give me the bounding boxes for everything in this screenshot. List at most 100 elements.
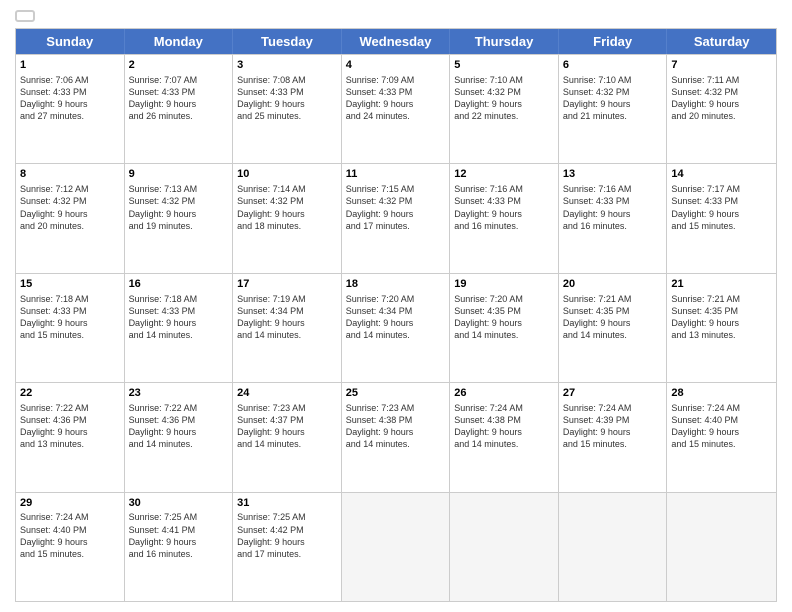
cell-line: Daylight: 9 hours xyxy=(237,98,337,110)
day-number: 16 xyxy=(129,277,229,292)
calendar-body: 1Sunrise: 7:06 AMSunset: 4:33 PMDaylight… xyxy=(16,54,776,601)
cell-line: Sunset: 4:40 PM xyxy=(671,414,772,426)
cell-line: and 26 minutes. xyxy=(129,110,229,122)
day-number: 14 xyxy=(671,167,772,182)
cell-line: Sunset: 4:41 PM xyxy=(129,524,229,536)
day-cell-3: 3Sunrise: 7:08 AMSunset: 4:33 PMDaylight… xyxy=(233,55,342,163)
day-header-wednesday: Wednesday xyxy=(342,29,451,54)
cell-line: and 21 minutes. xyxy=(563,110,663,122)
day-cell-25: 25Sunrise: 7:23 AMSunset: 4:38 PMDayligh… xyxy=(342,383,451,491)
cell-line: Sunrise: 7:19 AM xyxy=(237,293,337,305)
day-number: 1 xyxy=(20,58,120,73)
day-cell-21: 21Sunrise: 7:21 AMSunset: 4:35 PMDayligh… xyxy=(667,274,776,382)
cell-line: Sunrise: 7:12 AM xyxy=(20,183,120,195)
cell-line: Sunset: 4:34 PM xyxy=(346,305,446,317)
day-number: 6 xyxy=(563,58,663,73)
cell-line: and 18 minutes. xyxy=(237,220,337,232)
day-number: 12 xyxy=(454,167,554,182)
cell-line: Sunset: 4:37 PM xyxy=(237,414,337,426)
cell-line: and 20 minutes. xyxy=(671,110,772,122)
day-number: 5 xyxy=(454,58,554,73)
cell-line: and 20 minutes. xyxy=(20,220,120,232)
day-number: 25 xyxy=(346,386,446,401)
cell-line: and 15 minutes. xyxy=(671,438,772,450)
cell-line: Daylight: 9 hours xyxy=(563,317,663,329)
cell-line: Daylight: 9 hours xyxy=(129,98,229,110)
day-header-monday: Monday xyxy=(125,29,234,54)
cell-line: Daylight: 9 hours xyxy=(237,426,337,438)
cell-line: Sunrise: 7:16 AM xyxy=(454,183,554,195)
day-number: 29 xyxy=(20,496,120,511)
cell-line: and 16 minutes. xyxy=(454,220,554,232)
day-cell-24: 24Sunrise: 7:23 AMSunset: 4:37 PMDayligh… xyxy=(233,383,342,491)
cell-line: and 16 minutes. xyxy=(129,548,229,560)
day-cell-5: 5Sunrise: 7:10 AMSunset: 4:32 PMDaylight… xyxy=(450,55,559,163)
cell-line: Sunrise: 7:18 AM xyxy=(129,293,229,305)
cell-line: Daylight: 9 hours xyxy=(671,98,772,110)
cell-line: Sunrise: 7:24 AM xyxy=(563,402,663,414)
week-row-5: 29Sunrise: 7:24 AMSunset: 4:40 PMDayligh… xyxy=(16,492,776,601)
cell-line: Sunset: 4:32 PM xyxy=(20,195,120,207)
day-number: 20 xyxy=(563,277,663,292)
day-cell-15: 15Sunrise: 7:18 AMSunset: 4:33 PMDayligh… xyxy=(16,274,125,382)
day-header-tuesday: Tuesday xyxy=(233,29,342,54)
week-row-1: 1Sunrise: 7:06 AMSunset: 4:33 PMDaylight… xyxy=(16,54,776,163)
cell-line: Daylight: 9 hours xyxy=(129,208,229,220)
calendar-header: SundayMondayTuesdayWednesdayThursdayFrid… xyxy=(16,29,776,54)
day-cell-29: 29Sunrise: 7:24 AMSunset: 4:40 PMDayligh… xyxy=(16,493,125,601)
cell-line: Daylight: 9 hours xyxy=(237,208,337,220)
day-number: 4 xyxy=(346,58,446,73)
cell-line: Sunrise: 7:09 AM xyxy=(346,74,446,86)
cell-line: Daylight: 9 hours xyxy=(346,317,446,329)
day-cell-26: 26Sunrise: 7:24 AMSunset: 4:38 PMDayligh… xyxy=(450,383,559,491)
cell-line: Sunset: 4:33 PM xyxy=(129,86,229,98)
day-cell-19: 19Sunrise: 7:20 AMSunset: 4:35 PMDayligh… xyxy=(450,274,559,382)
cell-line: Sunrise: 7:25 AM xyxy=(237,511,337,523)
cell-line: and 16 minutes. xyxy=(563,220,663,232)
cell-line: Daylight: 9 hours xyxy=(129,317,229,329)
cell-line: Daylight: 9 hours xyxy=(237,317,337,329)
logo: GB xyxy=(15,10,35,22)
day-number: 23 xyxy=(129,386,229,401)
cell-line: and 14 minutes. xyxy=(237,438,337,450)
cell-line: and 14 minutes. xyxy=(129,329,229,341)
cell-line: Daylight: 9 hours xyxy=(346,208,446,220)
cell-line: and 14 minutes. xyxy=(454,438,554,450)
cell-line: Sunset: 4:33 PM xyxy=(563,195,663,207)
day-cell-27: 27Sunrise: 7:24 AMSunset: 4:39 PMDayligh… xyxy=(559,383,668,491)
day-cell-31: 31Sunrise: 7:25 AMSunset: 4:42 PMDayligh… xyxy=(233,493,342,601)
cell-line: Sunset: 4:32 PM xyxy=(346,195,446,207)
day-header-thursday: Thursday xyxy=(450,29,559,54)
day-number: 31 xyxy=(237,496,337,511)
day-cell-2: 2Sunrise: 7:07 AMSunset: 4:33 PMDaylight… xyxy=(125,55,234,163)
cell-line: and 15 minutes. xyxy=(20,329,120,341)
cell-line: Sunset: 4:33 PM xyxy=(237,86,337,98)
cell-line: Daylight: 9 hours xyxy=(454,426,554,438)
day-number: 10 xyxy=(237,167,337,182)
day-header-sunday: Sunday xyxy=(16,29,125,54)
cell-line: and 14 minutes. xyxy=(563,329,663,341)
day-number: 13 xyxy=(563,167,663,182)
cell-line: Sunrise: 7:22 AM xyxy=(129,402,229,414)
cell-line: Daylight: 9 hours xyxy=(563,98,663,110)
day-number: 7 xyxy=(671,58,772,73)
cell-line: Daylight: 9 hours xyxy=(129,536,229,548)
cell-line: Sunset: 4:36 PM xyxy=(129,414,229,426)
cell-line: Sunset: 4:32 PM xyxy=(563,86,663,98)
cell-line: and 17 minutes. xyxy=(237,548,337,560)
empty-cell xyxy=(559,493,668,601)
cell-line: Sunset: 4:38 PM xyxy=(454,414,554,426)
cell-line: Daylight: 9 hours xyxy=(237,536,337,548)
week-row-2: 8Sunrise: 7:12 AMSunset: 4:32 PMDaylight… xyxy=(16,163,776,272)
cell-line: Daylight: 9 hours xyxy=(346,426,446,438)
cell-line: Sunset: 4:35 PM xyxy=(671,305,772,317)
cell-line: Sunrise: 7:20 AM xyxy=(346,293,446,305)
cell-line: Sunset: 4:33 PM xyxy=(454,195,554,207)
cell-line: and 15 minutes. xyxy=(563,438,663,450)
cell-line: Sunset: 4:33 PM xyxy=(20,86,120,98)
day-cell-9: 9Sunrise: 7:13 AMSunset: 4:32 PMDaylight… xyxy=(125,164,234,272)
cell-line: and 14 minutes. xyxy=(346,329,446,341)
day-number: 26 xyxy=(454,386,554,401)
week-row-3: 15Sunrise: 7:18 AMSunset: 4:33 PMDayligh… xyxy=(16,273,776,382)
day-number: 8 xyxy=(20,167,120,182)
